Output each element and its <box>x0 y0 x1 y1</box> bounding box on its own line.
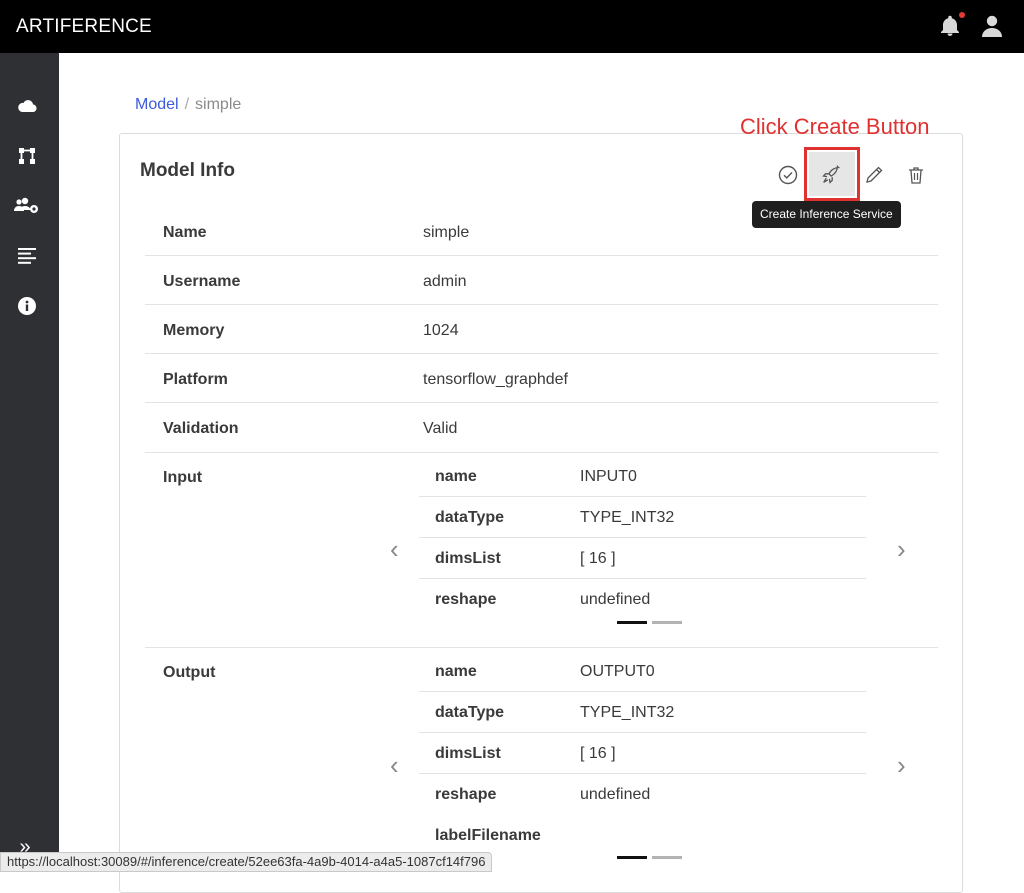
input-field-row: reshape undefined <box>419 579 866 620</box>
output-carousel-dot-1[interactable] <box>617 856 647 859</box>
info-icon <box>18 297 36 315</box>
output-field-row: dimsList [ 16 ] <box>419 733 866 774</box>
status-bar-url: https://localhost:30089/#/inference/crea… <box>0 852 493 872</box>
sidebar-item-workflow[interactable] <box>14 143 40 169</box>
field-value: [ 16 ] <box>580 745 616 762</box>
sidebar-item-cloud[interactable] <box>14 93 40 119</box>
field-key: dataType <box>435 509 505 526</box>
delete-button[interactable] <box>901 160 931 190</box>
field-value: undefined <box>580 591 651 608</box>
pencil-icon <box>866 166 883 183</box>
breadcrumb-model-link[interactable]: Model <box>135 96 179 113</box>
row-label: Validation <box>163 420 239 437</box>
user-icon[interactable] <box>981 14 1003 38</box>
validate-button[interactable] <box>773 160 803 190</box>
info-row-validation: Validation Valid <box>145 403 938 453</box>
row-label: Platform <box>163 371 228 388</box>
cloud-icon <box>18 100 37 113</box>
users-gear-icon <box>14 197 38 213</box>
workflow-icon <box>19 148 35 164</box>
bell-icon[interactable] <box>938 14 962 38</box>
field-value: undefined <box>580 786 651 803</box>
sidebar-item-users[interactable] <box>14 193 40 219</box>
row-value: 1024 <box>423 322 459 339</box>
field-key: dimsList <box>435 550 501 567</box>
output-field-row: name OUTPUT0 <box>419 651 866 692</box>
field-key: name <box>435 663 477 680</box>
edit-button[interactable] <box>859 160 889 190</box>
info-row-name: Name simple <box>145 207 938 256</box>
field-value: TYPE_INT32 <box>580 704 675 721</box>
row-label: Username <box>163 273 241 290</box>
input-next-arrow[interactable]: › <box>897 536 906 562</box>
breadcrumb-current: simple <box>195 96 242 113</box>
output-field-row: labelFilename <box>419 815 866 856</box>
row-label: Output <box>163 664 216 681</box>
card-title: Model Info <box>140 160 235 181</box>
list-icon <box>18 248 36 264</box>
output-next-arrow[interactable]: › <box>897 752 906 778</box>
field-value: [ 16 ] <box>580 550 616 567</box>
input-field-row: dataType TYPE_INT32 <box>419 497 866 538</box>
info-row-platform: Platform tensorflow_graphdef <box>145 354 938 403</box>
row-value: admin <box>423 273 467 290</box>
input-field-row: dimsList [ 16 ] <box>419 538 866 579</box>
sidebar-item-info[interactable] <box>14 293 40 319</box>
validate-icon <box>778 165 798 185</box>
notification-dot <box>959 12 965 18</box>
sidebar-item-list[interactable] <box>14 243 40 269</box>
info-row-username: Username admin <box>145 256 938 305</box>
row-value: simple <box>423 224 470 241</box>
field-key: reshape <box>435 786 497 803</box>
field-key: reshape <box>435 591 497 608</box>
field-key: labelFilename <box>435 827 541 844</box>
field-value: INPUT0 <box>580 468 637 485</box>
info-row-memory: Memory 1024 <box>145 305 938 354</box>
field-value: OUTPUT0 <box>580 663 655 680</box>
input-field-row: name INPUT0 <box>419 456 866 497</box>
field-key: dataType <box>435 704 505 721</box>
output-field-row: dataType TYPE_INT32 <box>419 692 866 733</box>
row-value: tensorflow_graphdef <box>423 371 568 388</box>
breadcrumb-separator: / <box>184 96 190 113</box>
row-label: Name <box>163 224 207 241</box>
app-title[interactable]: ARTIFERENCE <box>16 16 152 38</box>
row-label: Memory <box>163 322 225 339</box>
annotation-highlight-box <box>804 147 860 201</box>
row-value: Valid <box>423 420 458 437</box>
sidebar <box>0 53 59 872</box>
field-key: dimsList <box>435 745 501 762</box>
breadcrumb: Model / simple <box>135 96 241 114</box>
annotation-text: Click Create Button <box>740 114 930 139</box>
row-label: Input <box>163 469 203 486</box>
output-prev-arrow[interactable]: ‹ <box>390 752 399 778</box>
trash-icon <box>909 167 923 184</box>
input-carousel-dot-1[interactable] <box>617 621 647 624</box>
input-carousel-dot-2[interactable] <box>652 621 682 624</box>
output-carousel-dot-2[interactable] <box>652 856 682 859</box>
output-field-row: reshape undefined <box>419 774 866 815</box>
top-bar: ARTIFERENCE <box>0 0 1024 53</box>
field-key: name <box>435 468 477 485</box>
input-prev-arrow[interactable]: ‹ <box>390 536 399 562</box>
field-value: TYPE_INT32 <box>580 509 675 526</box>
